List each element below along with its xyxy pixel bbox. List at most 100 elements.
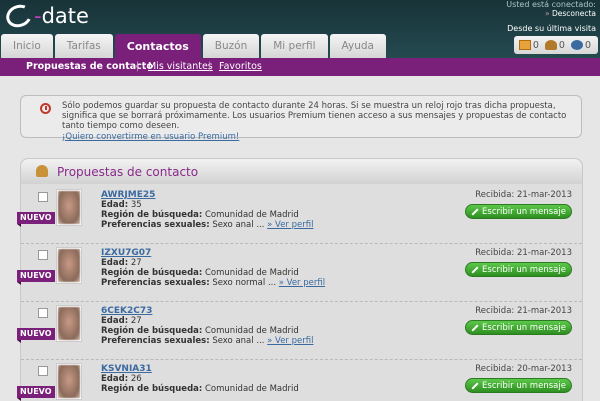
new-badge: NUEVO — [17, 386, 55, 401]
age-value: 27 — [130, 258, 142, 268]
received-value: 21-mar-2013 — [516, 306, 572, 316]
received-label: Recibida: — [475, 306, 515, 316]
clock-icon — [40, 103, 51, 114]
messages-badge[interactable]: 0 — [518, 37, 539, 53]
main-tabs: Inicio Tarifas Contactos Buzón Mi perfil… — [0, 34, 386, 58]
profile-name[interactable]: 6CEK2C73 — [101, 306, 152, 316]
proposals-panel: Propuestas de contacto NUEVO AWRJME25 Ed… — [17, 158, 583, 401]
user-icon — [544, 40, 557, 50]
tab-tarifas[interactable]: Tarifas — [54, 34, 113, 58]
profile-photo[interactable] — [56, 247, 82, 284]
prefs-line: Preferencias sexuales: Sexo anal ... » V… — [101, 336, 313, 346]
received-date: Recibida: 20-mar-2013 — [475, 364, 572, 374]
region-label: Región de búsqueda: — [101, 210, 203, 220]
premium-link[interactable]: ¡Quiero convertirme en usuario Premium! — [62, 132, 239, 142]
view-profile-link[interactable]: » Ver perfil — [267, 220, 313, 230]
new-badge: NUEVO — [17, 212, 55, 227]
notification-badges: 0 0 0 — [513, 36, 598, 54]
received-value: 21-mar-2013 — [516, 248, 572, 258]
select-checkbox[interactable] — [38, 192, 48, 202]
profile-photo[interactable] — [56, 189, 82, 226]
last-visit-label: Desde su última visita — [507, 24, 596, 33]
tab-inicio[interactable]: Inicio — [1, 34, 53, 58]
received-label: Recibida: — [475, 364, 515, 374]
new-badge: NUEVO — [17, 328, 55, 343]
view-profile-link[interactable]: » Ver perfil — [267, 336, 313, 346]
pencil-icon — [471, 381, 479, 390]
tab-buzon[interactable]: Buzón — [202, 34, 260, 58]
cdate-logo[interactable]: -date — [3, 0, 89, 32]
region-line: Región de búsqueda: Comunidad de Madrid — [101, 326, 299, 336]
received-value: 21-mar-2013 — [516, 190, 572, 200]
visits-badge[interactable]: 0 — [570, 37, 591, 53]
region-label: Región de búsqueda: — [101, 326, 203, 336]
contacts-icon — [36, 165, 48, 177]
pencil-icon — [471, 265, 479, 274]
proposal-row: NUEVO 6CEK2C73 Edad: 27 Región de búsque… — [17, 302, 582, 360]
age-label: Edad: — [101, 374, 129, 384]
region-line: Región de búsqueda: Comunidad de Madrid — [101, 268, 299, 278]
select-checkbox[interactable] — [38, 308, 48, 318]
notice-body: Sólo podemos guardar su propuesta de con… — [62, 101, 567, 132]
region-value: Comunidad de Madrid — [205, 384, 299, 394]
region-value: Comunidad de Madrid — [205, 326, 299, 336]
prefs-label: Preferencias sexuales: — [101, 278, 210, 288]
age-line: Edad: 35 — [101, 200, 142, 210]
pencil-icon — [471, 207, 479, 216]
logout-label: Desconecta — [551, 9, 596, 18]
profile-name[interactable]: IZXU7G07 — [101, 248, 151, 258]
new-badge: NUEVO — [17, 270, 55, 285]
view-profile-link[interactable]: » Ver perfil — [279, 278, 325, 288]
write-message-label: Escribir un mensaje — [482, 322, 566, 333]
sub-navigation: Propuestas de contacto | Mis visitantes … — [0, 58, 600, 76]
visits-count: 0 — [584, 39, 591, 51]
site-header: -date Usted está conectado: » Desconecta… — [0, 0, 600, 58]
region-label: Región de búsqueda: — [101, 268, 203, 278]
write-message-button[interactable]: Escribir un mensaje — [465, 262, 572, 277]
subnav-separator: | — [208, 61, 212, 72]
notice-text: Sólo podemos guardar su propuesta de con… — [62, 101, 577, 142]
received-date: Recibida: 21-mar-2013 — [475, 306, 572, 316]
logo-c-icon — [3, 1, 35, 31]
subnav-visitantes[interactable]: Mis visitantes — [148, 61, 213, 72]
tab-ayuda[interactable]: Ayuda — [329, 34, 386, 58]
tab-mi-perfil[interactable]: Mi perfil — [261, 34, 328, 58]
received-value: 20-mar-2013 — [516, 364, 572, 374]
age-value: 26 — [130, 374, 142, 384]
received-label: Recibida: — [475, 190, 515, 200]
profile-photo[interactable] — [56, 363, 82, 400]
eye-icon — [570, 40, 583, 50]
write-message-button[interactable]: Escribir un mensaje — [465, 378, 572, 393]
age-label: Edad: — [101, 200, 129, 210]
logout-link[interactable]: » Desconecta — [545, 9, 596, 18]
write-message-button[interactable]: Escribir un mensaje — [465, 204, 572, 219]
mail-icon — [518, 40, 531, 50]
prefs-label: Preferencias sexuales: — [101, 220, 210, 230]
subnav-favoritos[interactable]: Favoritos — [219, 61, 262, 72]
messages-count: 0 — [532, 39, 539, 51]
pencil-icon — [471, 323, 479, 332]
received-label: Recibida: — [475, 248, 515, 258]
write-message-label: Escribir un mensaje — [482, 206, 566, 217]
subnav-separator: | — [136, 61, 140, 72]
select-checkbox[interactable] — [38, 250, 48, 260]
region-line: Región de búsqueda: Comunidad de Madrid — [101, 384, 299, 394]
prefs-value: Sexo anal ... — [212, 336, 265, 346]
write-message-label: Escribir un mensaje — [482, 380, 566, 391]
region-label: Región de búsqueda: — [101, 384, 203, 394]
profile-name[interactable]: AWRJME25 — [101, 190, 155, 200]
profile-name[interactable]: KSVNIA31 — [101, 364, 152, 374]
region-value: Comunidad de Madrid — [205, 268, 299, 278]
age-label: Edad: — [101, 258, 129, 268]
subnav-propuestas[interactable]: Propuestas de contacto — [26, 61, 153, 72]
contacts-count: 0 — [558, 39, 565, 51]
prefs-line: Preferencias sexuales: Sexo anal ... » V… — [101, 220, 313, 230]
contacts-badge[interactable]: 0 — [544, 37, 565, 53]
profile-photo[interactable] — [56, 305, 82, 342]
write-message-button[interactable]: Escribir un mensaje — [465, 320, 572, 335]
panel-header: Propuestas de contacto — [21, 159, 582, 184]
select-checkbox[interactable] — [38, 366, 48, 376]
prefs-value: Sexo normal ... — [212, 278, 277, 288]
tab-contactos[interactable]: Contactos — [114, 34, 201, 58]
user-status: Usted está conectado: — [506, 0, 596, 9]
